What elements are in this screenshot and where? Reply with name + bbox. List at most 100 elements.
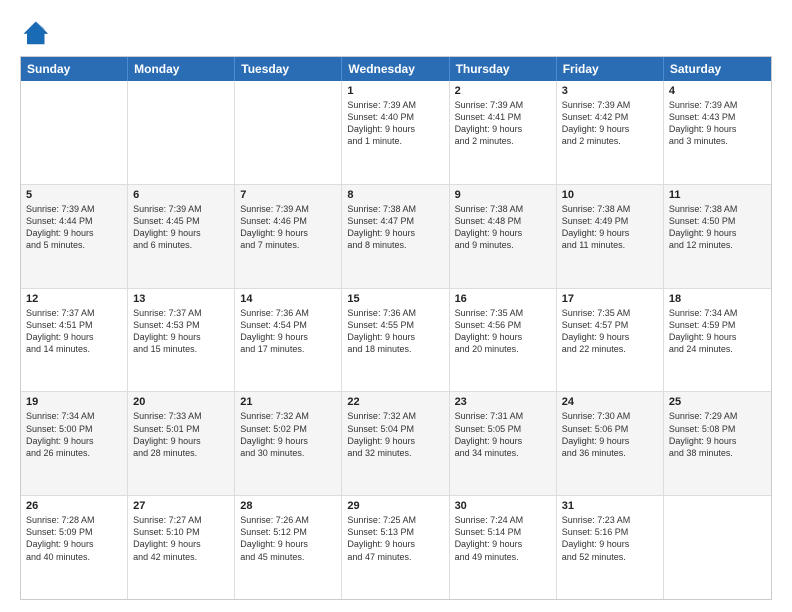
day-number: 1: [347, 85, 443, 97]
day-info: Sunrise: 7:33 AM Sunset: 5:01 PM Dayligh…: [133, 410, 229, 459]
calendar-cell: 18Sunrise: 7:34 AM Sunset: 4:59 PM Dayli…: [664, 289, 771, 392]
day-info: Sunrise: 7:38 AM Sunset: 4:49 PM Dayligh…: [562, 203, 658, 252]
day-info: Sunrise: 7:25 AM Sunset: 5:13 PM Dayligh…: [347, 514, 443, 563]
calendar-cell: 5 Sunrise: 7:39 AM Sunset: 4:44 PM Daylig…: [21, 185, 128, 288]
calendar-cell: 15 Sunrise: 7:36 AM Sunset: 4:55 PM Dayli…: [342, 289, 449, 392]
day-info: Sunrise: 7:27 AM Sunset: 5:10 PM Dayligh…: [133, 514, 229, 563]
header-cell-saturday: Saturday: [664, 57, 771, 81]
day-info: Sunrise: 7:23 AM Sunset: 5:16 PM Dayligh…: [562, 514, 658, 563]
day-info: Sunrise: 7:36 AM Sunset: 4:55 PM Dayligh…: [347, 307, 443, 356]
day-number: 5: [26, 189, 122, 201]
calendar-cell: 10 Sunrise: 7:38 AM Sunset: 4:49 PM Dayli…: [557, 185, 664, 288]
day-info: Sunrise: 7:31 AM Sunset: 5:05 PM Dayligh…: [455, 410, 551, 459]
calendar-cell: 21 Sunrise: 7:32 AM Sunset: 5:02 PM Dayli…: [235, 392, 342, 495]
calendar-cell: 1 Sunrise: 7:39 AM Sunset: 4:40 PM Daylig…: [342, 81, 449, 184]
day-info: Sunrise: 7:30 AM Sunset: 5:06 PM Dayligh…: [562, 410, 658, 459]
calendar-cell: 24 Sunrise: 7:30 AM Sunset: 5:06 PM Dayli…: [557, 392, 664, 495]
calendar-cell: 20 Sunrise: 7:33 AM Sunset: 5:01 PM Dayli…: [128, 392, 235, 495]
day-number: 8: [347, 189, 443, 201]
calendar-cell: 4 Sunrise: 7:39 AM Sunset: 4:43 PM Daylig…: [664, 81, 771, 184]
day-number: 21: [240, 396, 336, 408]
day-info: Sunrise: 7:38 AM Sunset: 4:47 PM Dayligh…: [347, 203, 443, 252]
calendar-cell: 7 Sunrise: 7:39 AM Sunset: 4:46 PM Daylig…: [235, 185, 342, 288]
calendar-cell: [235, 81, 342, 184]
calendar-body: 1 Sunrise: 7:39 AM Sunset: 4:40 PM Daylig…: [21, 81, 771, 599]
day-number: 11: [669, 189, 766, 201]
calendar-cell: 16 Sunrise: 7:35 AM Sunset: 4:56 PM Dayli…: [450, 289, 557, 392]
day-number: 24: [562, 396, 658, 408]
header-cell-thursday: Thursday: [450, 57, 557, 81]
day-info: Sunrise: 7:39 AM Sunset: 4:45 PM Dayligh…: [133, 203, 229, 252]
day-number: 27: [133, 500, 229, 512]
day-number: 22: [347, 396, 443, 408]
day-info: Sunrise: 7:39 AM Sunset: 4:40 PM Dayligh…: [347, 99, 443, 148]
day-info: Sunrise: 7:37 AM Sunset: 4:53 PM Dayligh…: [133, 307, 229, 356]
logo-icon: [20, 18, 48, 46]
day-number: 18: [669, 293, 766, 305]
calendar-row: 5 Sunrise: 7:39 AM Sunset: 4:44 PM Daylig…: [21, 184, 771, 288]
day-number: 16: [455, 293, 551, 305]
day-info: Sunrise: 7:32 AM Sunset: 5:02 PM Dayligh…: [240, 410, 336, 459]
calendar-cell: 13 Sunrise: 7:37 AM Sunset: 4:53 PM Dayli…: [128, 289, 235, 392]
calendar: SundayMondayTuesdayWednesdayThursdayFrid…: [20, 56, 772, 600]
day-number: 29: [347, 500, 443, 512]
calendar-row: 26 Sunrise: 7:28 AM Sunset: 5:09 PM Dayli…: [21, 495, 771, 599]
header-cell-friday: Friday: [557, 57, 664, 81]
day-number: 20: [133, 396, 229, 408]
day-number: 2: [455, 85, 551, 97]
day-number: 26: [26, 500, 122, 512]
day-info: Sunrise: 7:39 AM Sunset: 4:44 PM Dayligh…: [26, 203, 122, 252]
calendar-row: 1 Sunrise: 7:39 AM Sunset: 4:40 PM Daylig…: [21, 81, 771, 184]
day-number: 13: [133, 293, 229, 305]
calendar-row: 12Sunrise: 7:37 AM Sunset: 4:51 PM Dayli…: [21, 288, 771, 392]
day-info: Sunrise: 7:28 AM Sunset: 5:09 PM Dayligh…: [26, 514, 122, 563]
day-number: 7: [240, 189, 336, 201]
calendar-cell: 11Sunrise: 7:38 AM Sunset: 4:50 PM Dayli…: [664, 185, 771, 288]
page: SundayMondayTuesdayWednesdayThursdayFrid…: [0, 0, 792, 612]
calendar-cell: 14Sunrise: 7:36 AM Sunset: 4:54 PM Dayli…: [235, 289, 342, 392]
day-info: Sunrise: 7:35 AM Sunset: 4:56 PM Dayligh…: [455, 307, 551, 356]
header-cell-sunday: Sunday: [21, 57, 128, 81]
calendar-cell: 12Sunrise: 7:37 AM Sunset: 4:51 PM Dayli…: [21, 289, 128, 392]
day-number: 4: [669, 85, 766, 97]
day-number: 31: [562, 500, 658, 512]
calendar-header: SundayMondayTuesdayWednesdayThursdayFrid…: [21, 57, 771, 81]
day-number: 19: [26, 396, 122, 408]
day-info: Sunrise: 7:39 AM Sunset: 4:46 PM Dayligh…: [240, 203, 336, 252]
day-info: Sunrise: 7:26 AM Sunset: 5:12 PM Dayligh…: [240, 514, 336, 563]
calendar-cell: [664, 496, 771, 599]
header-cell-monday: Monday: [128, 57, 235, 81]
calendar-cell: 31 Sunrise: 7:23 AM Sunset: 5:16 PM Dayli…: [557, 496, 664, 599]
calendar-cell: 8 Sunrise: 7:38 AM Sunset: 4:47 PM Daylig…: [342, 185, 449, 288]
calendar-cell: 2 Sunrise: 7:39 AM Sunset: 4:41 PM Daylig…: [450, 81, 557, 184]
calendar-cell: 29 Sunrise: 7:25 AM Sunset: 5:13 PM Dayli…: [342, 496, 449, 599]
calendar-cell: 9 Sunrise: 7:38 AM Sunset: 4:48 PM Daylig…: [450, 185, 557, 288]
day-number: 12: [26, 293, 122, 305]
day-info: Sunrise: 7:38 AM Sunset: 4:48 PM Dayligh…: [455, 203, 551, 252]
day-info: Sunrise: 7:36 AM Sunset: 4:54 PM Dayligh…: [240, 307, 336, 356]
day-number: 9: [455, 189, 551, 201]
header: [20, 18, 772, 46]
calendar-cell: 23 Sunrise: 7:31 AM Sunset: 5:05 PM Dayli…: [450, 392, 557, 495]
header-cell-tuesday: Tuesday: [235, 57, 342, 81]
day-number: 15: [347, 293, 443, 305]
calendar-cell: 26 Sunrise: 7:28 AM Sunset: 5:09 PM Dayli…: [21, 496, 128, 599]
day-number: 23: [455, 396, 551, 408]
day-number: 30: [455, 500, 551, 512]
calendar-cell: 6 Sunrise: 7:39 AM Sunset: 4:45 PM Daylig…: [128, 185, 235, 288]
calendar-cell: 28Sunrise: 7:26 AM Sunset: 5:12 PM Dayli…: [235, 496, 342, 599]
calendar-cell: 3Sunrise: 7:39 AM Sunset: 4:42 PM Daylig…: [557, 81, 664, 184]
calendar-row: 19 Sunrise: 7:34 AM Sunset: 5:00 PM Dayli…: [21, 391, 771, 495]
calendar-cell: 22 Sunrise: 7:32 AM Sunset: 5:04 PM Dayli…: [342, 392, 449, 495]
header-cell-wednesday: Wednesday: [342, 57, 449, 81]
day-info: Sunrise: 7:32 AM Sunset: 5:04 PM Dayligh…: [347, 410, 443, 459]
day-number: 3: [562, 85, 658, 97]
calendar-cell: [128, 81, 235, 184]
day-info: Sunrise: 7:34 AM Sunset: 5:00 PM Dayligh…: [26, 410, 122, 459]
day-number: 10: [562, 189, 658, 201]
day-number: 6: [133, 189, 229, 201]
calendar-cell: [21, 81, 128, 184]
day-info: Sunrise: 7:29 AM Sunset: 5:08 PM Dayligh…: [669, 410, 766, 459]
day-info: Sunrise: 7:39 AM Sunset: 4:41 PM Dayligh…: [455, 99, 551, 148]
day-info: Sunrise: 7:39 AM Sunset: 4:43 PM Dayligh…: [669, 99, 766, 148]
